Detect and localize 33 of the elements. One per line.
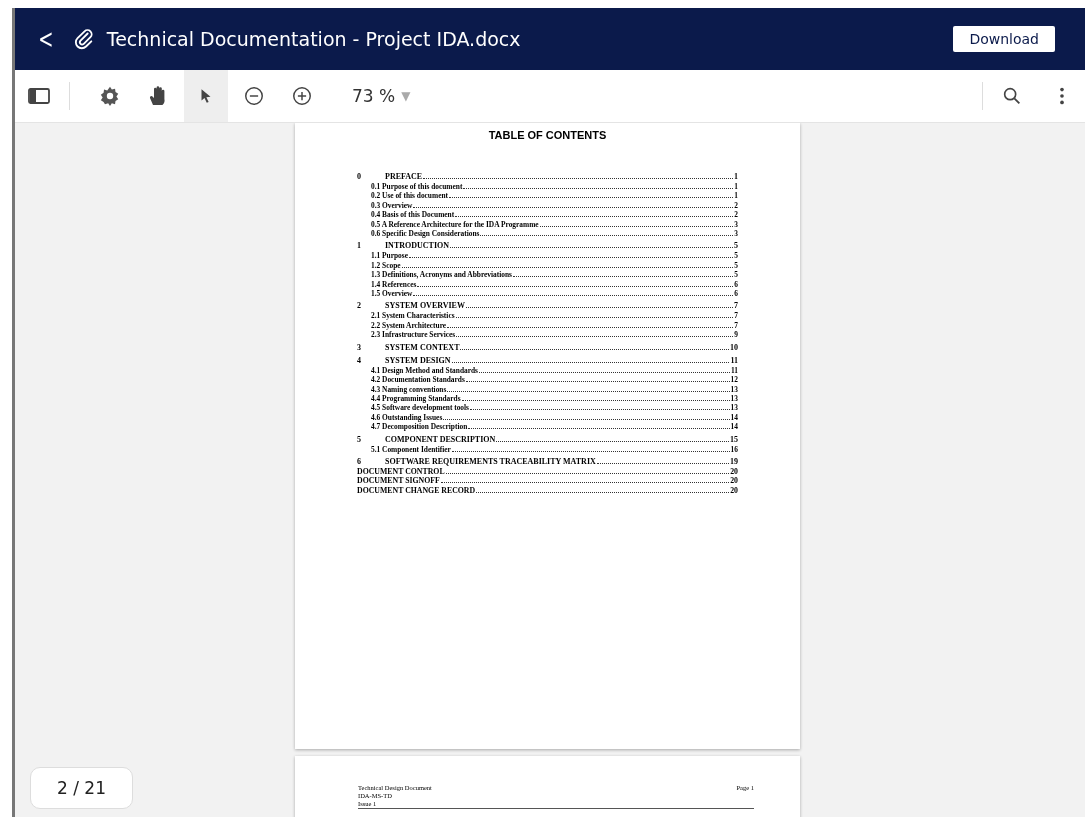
- search-icon[interactable]: [1001, 85, 1023, 107]
- toc-page-number: 11: [730, 354, 738, 366]
- toc-page-number: 19: [730, 455, 738, 467]
- toc-page-number: 7: [734, 300, 738, 312]
- toc-page-number: 15: [730, 433, 738, 445]
- more-options-icon[interactable]: [1059, 85, 1065, 107]
- toc-number: 3: [357, 341, 362, 353]
- toc-number: 4: [357, 354, 362, 366]
- toc-number: 6: [357, 455, 362, 467]
- toc-number: 5: [357, 433, 362, 445]
- toc-number: 2: [357, 300, 362, 312]
- toc-number: 1: [357, 240, 362, 252]
- toc-entry: INTRODUCTION: [385, 240, 449, 252]
- toc-entry: COMPONENT DESCRIPTION: [385, 433, 496, 445]
- zoom-dropdown[interactable]: 73 % ▼: [352, 86, 411, 106]
- toc-page-number: 1: [734, 171, 738, 182]
- toc-entry: SYSTEM DESIGN: [385, 354, 451, 366]
- toc-page-number: 10: [730, 341, 738, 353]
- toc-entry: SYSTEM OVERVIEW: [385, 300, 465, 312]
- paperclip-icon: [72, 28, 95, 50]
- toc-heading: TABLE OF CONTENTS: [487, 129, 608, 141]
- toc-entry: SYSTEM CONTEXT: [385, 341, 460, 353]
- gear-icon: [99, 85, 121, 107]
- document-title: Technical Documentation - Project IDA.docx: [106, 28, 522, 50]
- back-button[interactable]: <: [38, 24, 54, 54]
- toc-entry: SOFTWARE REQUIREMENTS TRACEABILITY MATRIX: [385, 455, 596, 467]
- toc-entry: PREFACE: [385, 171, 423, 182]
- download-button[interactable]: Download: [953, 26, 1055, 52]
- page-counter: 2 / 21: [30, 767, 133, 809]
- toc-number: 0: [357, 171, 362, 182]
- zoom-in-icon: [291, 85, 313, 107]
- toc-page-number: 5: [734, 240, 738, 252]
- zoom-out-icon: [243, 85, 265, 107]
